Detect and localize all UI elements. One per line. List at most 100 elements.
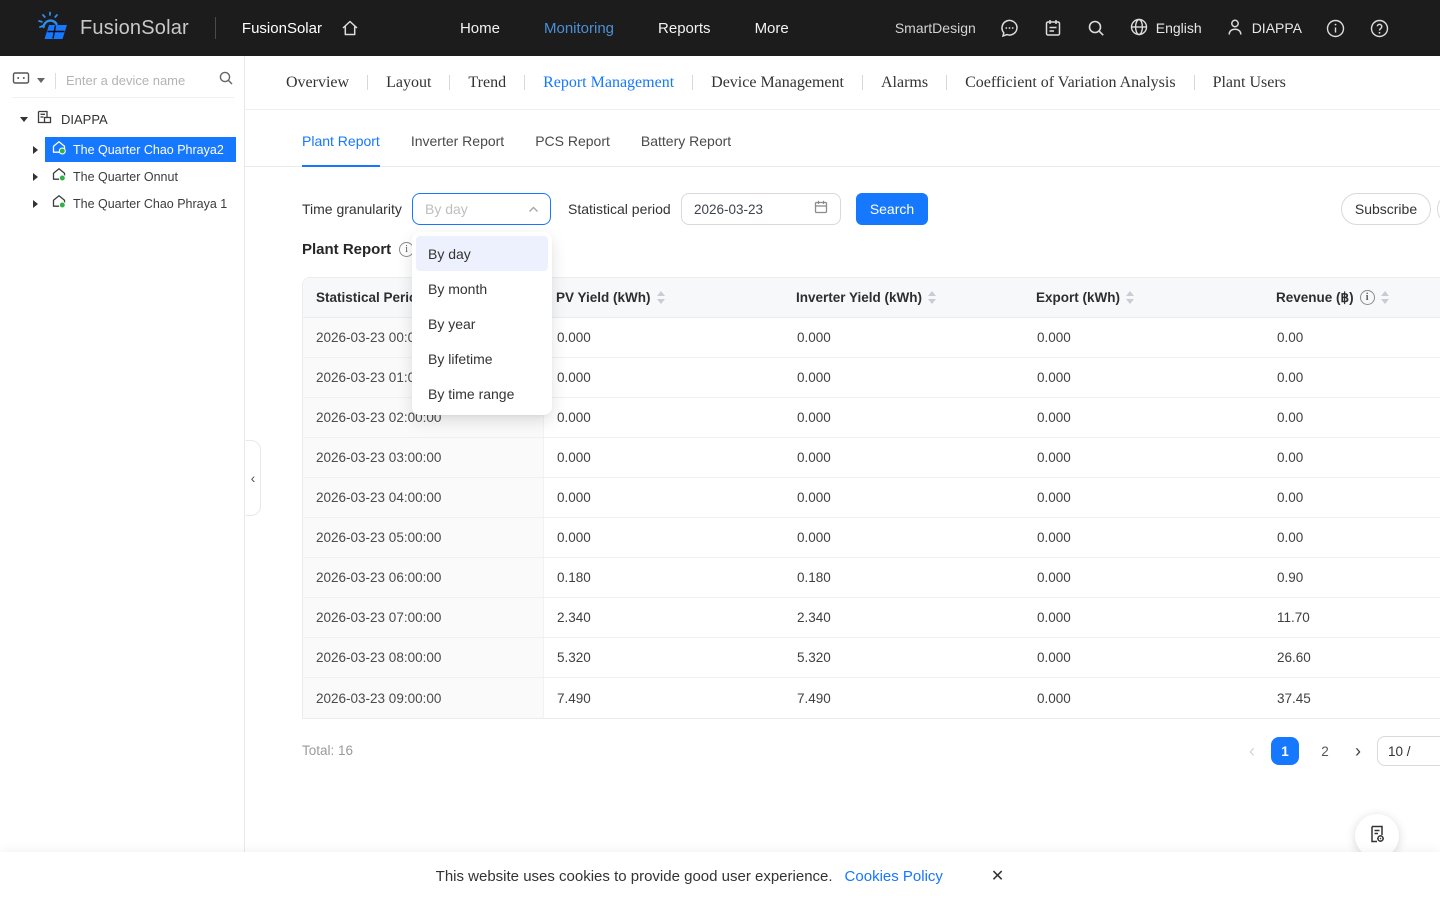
plant-item[interactable]: The Quarter Chao Phraya2 bbox=[45, 137, 236, 162]
page-number-button[interactable]: 1 bbox=[1271, 737, 1299, 765]
globe-icon bbox=[1129, 17, 1149, 40]
tree-collapse-icon[interactable] bbox=[33, 173, 38, 181]
sidebar-search-icon[interactable] bbox=[218, 70, 234, 91]
divider bbox=[55, 73, 56, 89]
cell-inverter-yield: 0.000 bbox=[784, 438, 1024, 477]
plant-tab[interactable]: Device Management bbox=[674, 74, 844, 92]
column-info-icon[interactable]: i bbox=[1360, 290, 1375, 305]
cell-inverter-yield: 0.000 bbox=[784, 518, 1024, 557]
table-row[interactable]: 2026-03-23 05:00:00 0.000 0.000 0.000 0.… bbox=[303, 518, 1440, 558]
column-label: Statistical Period bbox=[316, 290, 426, 305]
close-icon[interactable]: ✕ bbox=[991, 866, 1004, 886]
smartdesign-link[interactable]: SmartDesign bbox=[895, 20, 976, 36]
tree-expand-icon[interactable] bbox=[20, 117, 28, 122]
header-right-cluster: SmartDesign bbox=[895, 17, 1390, 40]
plant-tab[interactable]: Coefficient of Variation Analysis bbox=[928, 74, 1175, 92]
tree-collapse-icon[interactable] bbox=[33, 146, 38, 154]
plant-tab[interactable]: Trend bbox=[431, 74, 506, 92]
help-icon[interactable] bbox=[1369, 18, 1390, 39]
nav-menu-item[interactable]: Monitoring bbox=[544, 20, 614, 37]
chevron-down-icon[interactable] bbox=[37, 78, 45, 83]
table-header-cell: PV Yield (kWh) i bbox=[543, 278, 783, 317]
cell-export: 0.000 bbox=[1024, 518, 1264, 557]
page-size-select[interactable]: 10 / bbox=[1377, 736, 1440, 766]
chat-icon[interactable] bbox=[999, 18, 1020, 39]
cell-revenue: 0.00 bbox=[1264, 438, 1440, 477]
cell-revenue: 26.60 bbox=[1264, 638, 1440, 677]
prev-page-button[interactable]: ‹ bbox=[1245, 741, 1259, 762]
cell-export: 0.000 bbox=[1024, 638, 1264, 677]
report-subtab[interactable]: Battery Report bbox=[641, 133, 731, 166]
sidebar-collapse-button[interactable]: ‹ bbox=[245, 440, 261, 516]
nav-menu-item[interactable]: Reports bbox=[658, 20, 711, 37]
plant-tab[interactable]: Plant Users bbox=[1176, 74, 1286, 92]
cell-export: 0.000 bbox=[1024, 398, 1264, 437]
dropdown-option[interactable]: By day bbox=[416, 236, 548, 271]
calendar-picker-icon bbox=[813, 199, 829, 220]
device-type-icon[interactable] bbox=[12, 70, 30, 91]
cell-pv-yield: 0.000 bbox=[544, 358, 784, 397]
survey-icon bbox=[1366, 823, 1388, 850]
plant-item[interactable]: The Quarter Chao Phraya 1 bbox=[45, 191, 236, 216]
table-row[interactable]: 2026-03-23 09:00:00 7.490 7.490 0.000 37… bbox=[303, 678, 1440, 718]
sort-icon[interactable] bbox=[1126, 291, 1134, 304]
calendar-icon[interactable] bbox=[1043, 18, 1063, 38]
sort-icon[interactable] bbox=[928, 291, 936, 304]
dropdown-option[interactable]: By year bbox=[416, 306, 548, 341]
cell-revenue: 0.00 bbox=[1264, 478, 1440, 517]
plant-name: The Quarter Chao Phraya 1 bbox=[73, 197, 227, 211]
cell-export: 0.000 bbox=[1024, 318, 1264, 357]
subscribe-button[interactable]: Subscribe bbox=[1341, 193, 1431, 225]
table-row[interactable]: 2026-03-23 03:00:00 0.000 0.000 0.000 0.… bbox=[303, 438, 1440, 478]
nav-menu-item[interactable]: More bbox=[755, 20, 789, 37]
time-granularity-select[interactable]: By day bbox=[412, 193, 551, 225]
cell-inverter-yield: 0.000 bbox=[784, 318, 1024, 357]
page-numbers: 1 2 bbox=[1271, 737, 1339, 765]
cell-inverter-yield: 5.320 bbox=[784, 638, 1024, 677]
table-row[interactable]: 2026-03-23 06:00:00 0.180 0.180 0.000 0.… bbox=[303, 558, 1440, 598]
cell-revenue: 0.00 bbox=[1264, 518, 1440, 557]
dropdown-option[interactable]: By month bbox=[416, 271, 548, 306]
time-granularity-label: Time granularity bbox=[302, 193, 402, 225]
cell-export: 0.000 bbox=[1024, 358, 1264, 397]
language-label: English bbox=[1156, 20, 1202, 36]
main-nav: Home Monitoring Reports More bbox=[460, 20, 789, 37]
device-search-input[interactable]: Enter a device name bbox=[66, 73, 213, 88]
page-number-button[interactable]: 2 bbox=[1311, 737, 1339, 765]
chevron-up-icon bbox=[528, 200, 539, 218]
tree-collapse-icon[interactable] bbox=[33, 200, 38, 208]
sort-icon[interactable] bbox=[1381, 291, 1389, 304]
tree-node-company[interactable]: DIAPPA bbox=[0, 106, 244, 133]
report-subtab[interactable]: PCS Report bbox=[535, 133, 610, 166]
plant-tab[interactable]: Overview bbox=[286, 74, 349, 92]
table-row[interactable]: 2026-03-23 04:00:00 0.000 0.000 0.000 0.… bbox=[303, 478, 1440, 518]
table-row[interactable]: 2026-03-23 07:00:00 2.340 2.340 0.000 11… bbox=[303, 598, 1440, 638]
table-row[interactable]: 2026-03-23 08:00:00 5.320 5.320 0.000 26… bbox=[303, 638, 1440, 678]
nav-menu-item[interactable]: Home bbox=[460, 20, 500, 37]
plant-item[interactable]: The Quarter Onnut bbox=[45, 164, 236, 189]
dropdown-option[interactable]: By lifetime bbox=[416, 341, 548, 376]
plant-tab[interactable]: Report Management bbox=[506, 74, 674, 92]
plant-tab[interactable]: Layout bbox=[349, 74, 431, 92]
home-icon[interactable] bbox=[340, 18, 360, 38]
language-selector[interactable]: English bbox=[1129, 17, 1202, 40]
search-icon[interactable] bbox=[1086, 18, 1106, 38]
user-menu[interactable]: DIAPPA bbox=[1225, 17, 1302, 40]
sort-icon[interactable] bbox=[657, 291, 665, 304]
cell-inverter-yield: 7.490 bbox=[784, 678, 1024, 718]
statistical-period-input[interactable]: 2026-03-23 bbox=[681, 193, 841, 225]
time-granularity-value: By day bbox=[425, 201, 528, 217]
next-page-button[interactable]: › bbox=[1351, 741, 1365, 762]
plant-tab[interactable]: Alarms bbox=[844, 74, 928, 92]
report-subtab[interactable]: Plant Report bbox=[302, 133, 380, 166]
info-icon[interactable] bbox=[1325, 18, 1346, 39]
report-subtab[interactable]: Inverter Report bbox=[411, 133, 504, 166]
cell-inverter-yield: 0.180 bbox=[784, 558, 1024, 597]
plant-tabs: Overview Layout Trend Report Management … bbox=[245, 56, 1440, 110]
pagination: ‹ 1 2 › 10 / bbox=[1245, 735, 1440, 767]
plant-house-icon bbox=[51, 139, 67, 160]
dropdown-option[interactable]: By time range bbox=[416, 376, 548, 411]
cookies-policy-link[interactable]: Cookies Policy bbox=[845, 868, 943, 885]
search-button[interactable]: Search bbox=[856, 193, 928, 225]
cell-statistical-period: 2026-03-23 03:00:00 bbox=[303, 438, 544, 477]
